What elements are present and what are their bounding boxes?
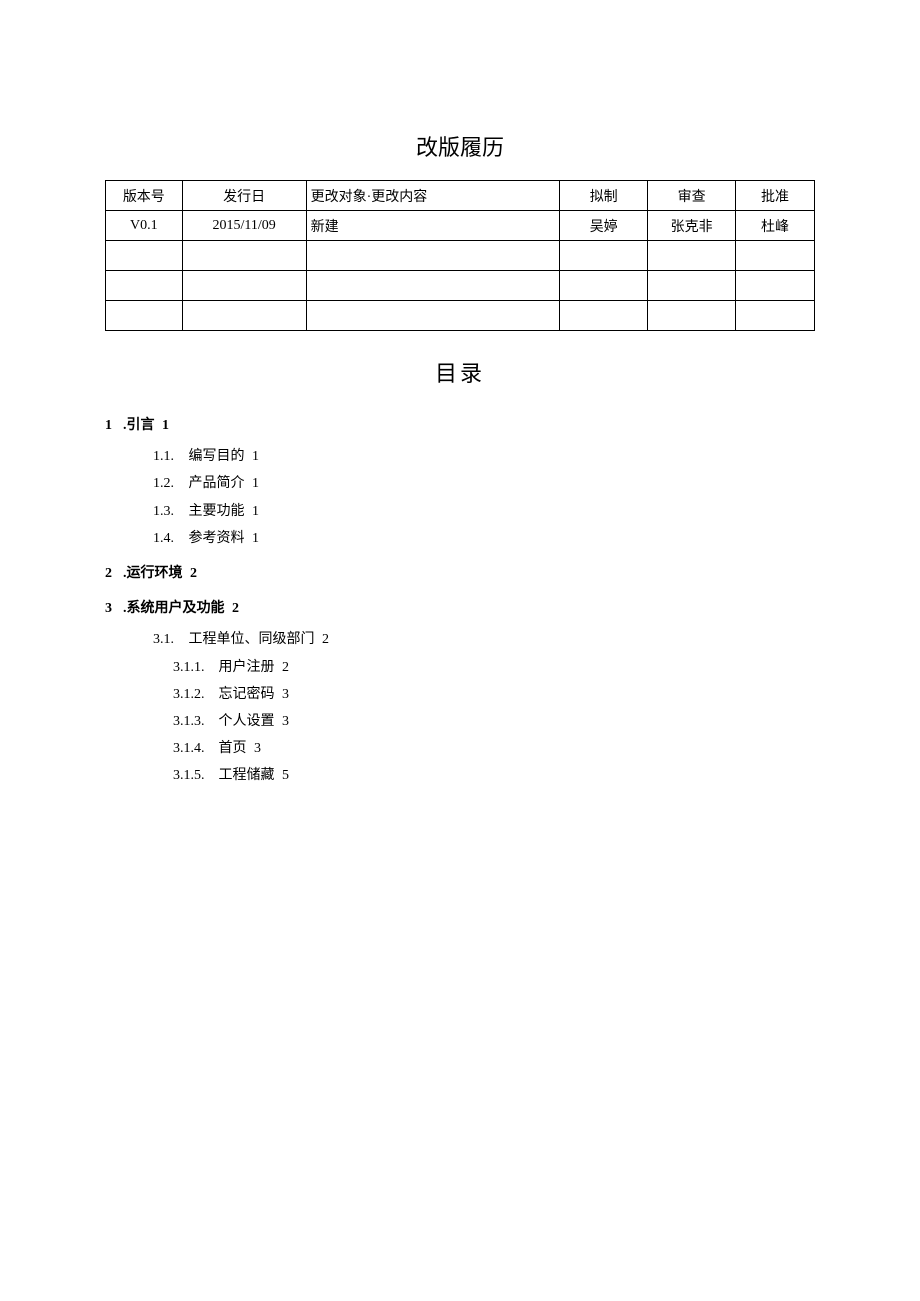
toc-num: 3: [105, 596, 123, 621]
cell-change: [306, 241, 560, 271]
toc-page: 3: [282, 687, 289, 702]
toc-container: 1.引言 1 1.1. 编写目的 1 1.2. 产品简介 1 1.3. 主要功能…: [105, 413, 815, 788]
toc-item-l1: 1.引言 1: [105, 413, 815, 438]
toc-page: 1: [162, 418, 169, 433]
header-author: 拟制: [560, 181, 648, 211]
table-row: [106, 271, 815, 301]
toc-item-l3: 3.1.5. 工程储藏 5: [173, 763, 815, 788]
toc-item-l2: 1.4. 参考资料 1: [153, 526, 815, 551]
cell-change: [306, 301, 560, 331]
table-header-row: 版本号 发行日 更改对象·更改内容 拟制 审查 批准: [106, 181, 815, 211]
header-change: 更改对象·更改内容: [306, 181, 560, 211]
toc-text: 忘记密码: [219, 687, 275, 702]
toc-page: 5: [282, 768, 289, 783]
cell-version: [106, 301, 183, 331]
toc-item-l2: 1.3. 主要功能 1: [153, 499, 815, 524]
cell-review: [648, 301, 736, 331]
cell-approve: 杜峰: [736, 211, 815, 241]
toc-page: 1: [252, 449, 259, 464]
toc-text: 产品简介: [189, 476, 245, 491]
cell-author: [560, 241, 648, 271]
cell-date: [182, 271, 306, 301]
toc-num: 3.1.2.: [173, 682, 215, 707]
toc-text: 主要功能: [189, 504, 245, 519]
toc-page: 2: [282, 660, 289, 675]
table-row: V0.1 2015/11/09 新建 吴婷 张克非 杜峰: [106, 211, 815, 241]
toc-text: 用户注册: [219, 660, 275, 675]
toc-num: 3.1.4.: [173, 736, 215, 761]
cell-change: 新建: [306, 211, 560, 241]
toc-page: 1: [252, 531, 259, 546]
toc-num: 3.1.5.: [173, 763, 215, 788]
toc-num: 1.3.: [153, 499, 185, 524]
toc-num: 3.1.1.: [173, 655, 215, 680]
toc-text: 工程单位、同级部门: [189, 632, 315, 647]
cell-date: [182, 301, 306, 331]
toc-item-l1: 2.运行环境 2: [105, 561, 815, 586]
toc-text: 编写目的: [189, 449, 245, 464]
cell-approve: [736, 271, 815, 301]
table-row: [106, 241, 815, 271]
cell-version: [106, 271, 183, 301]
toc-num: 2: [105, 561, 123, 586]
cell-change: [306, 271, 560, 301]
toc-item-l2: 1.2. 产品简介 1: [153, 471, 815, 496]
toc-item-l2: 1.1. 编写目的 1: [153, 444, 815, 469]
toc-num: 1.2.: [153, 471, 185, 496]
toc-item-l3: 3.1.2. 忘记密码 3: [173, 682, 815, 707]
toc-title: 目录: [105, 356, 815, 388]
toc-num: 1.1.: [153, 444, 185, 469]
toc-item-l1: 3.系统用户及功能 2: [105, 596, 815, 621]
toc-page: 2: [322, 632, 329, 647]
revision-history-table: 版本号 发行日 更改对象·更改内容 拟制 审查 批准 V0.1 2015/11/…: [105, 180, 815, 331]
toc-num: 3.1.: [153, 627, 185, 652]
toc-item-l3: 3.1.1. 用户注册 2: [173, 655, 815, 680]
cell-date: 2015/11/09: [182, 211, 306, 241]
cell-version: V0.1: [106, 211, 183, 241]
cell-author: [560, 271, 648, 301]
toc-num: 3.1.3.: [173, 709, 215, 734]
toc-text: 系统用户及功能: [127, 601, 225, 616]
toc-item-l3: 3.1.3. 个人设置 3: [173, 709, 815, 734]
revision-history-title: 改版履历: [105, 130, 815, 162]
cell-review: [648, 271, 736, 301]
toc-page: 2: [190, 566, 197, 581]
toc-text: 工程储藏: [219, 768, 275, 783]
toc-text: 参考资料: [189, 531, 245, 546]
toc-text: 个人设置: [219, 714, 275, 729]
toc-item-l2: 3.1. 工程单位、同级部门 2: [153, 627, 815, 652]
header-version: 版本号: [106, 181, 183, 211]
toc-page: 3: [282, 714, 289, 729]
table-row: [106, 301, 815, 331]
cell-approve: [736, 301, 815, 331]
toc-num: 1.4.: [153, 526, 185, 551]
toc-page: 2: [232, 601, 239, 616]
toc-text: 运行环境: [127, 566, 183, 581]
header-review: 审查: [648, 181, 736, 211]
header-approve: 批准: [736, 181, 815, 211]
cell-date: [182, 241, 306, 271]
cell-author: 吴婷: [560, 211, 648, 241]
cell-version: [106, 241, 183, 271]
header-date: 发行日: [182, 181, 306, 211]
cell-author: [560, 301, 648, 331]
toc-page: 3: [254, 741, 261, 756]
toc-text: 引言: [127, 418, 155, 433]
toc-item-l3: 3.1.4. 首页 3: [173, 736, 815, 761]
toc-page: 1: [252, 476, 259, 491]
toc-num: 1: [105, 413, 123, 438]
cell-review: [648, 241, 736, 271]
toc-text: 首页: [219, 741, 247, 756]
cell-approve: [736, 241, 815, 271]
toc-page: 1: [252, 504, 259, 519]
cell-review: 张克非: [648, 211, 736, 241]
